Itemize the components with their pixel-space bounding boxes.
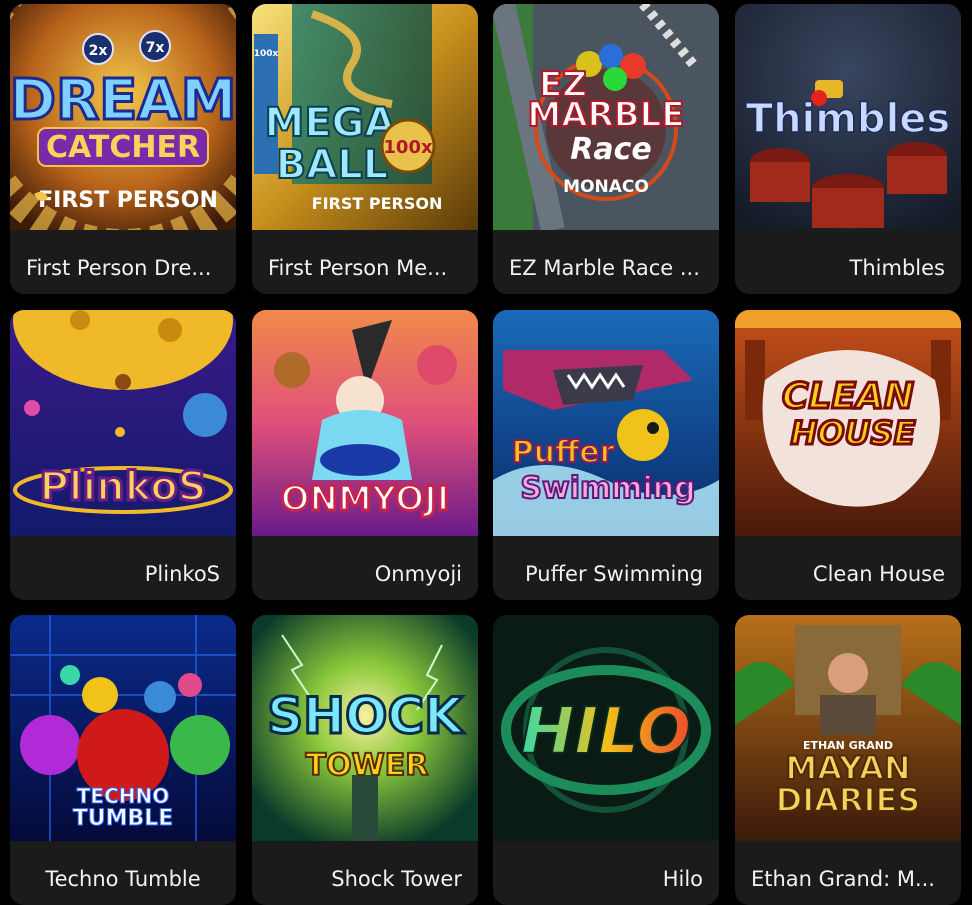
game-title: Shock Tower xyxy=(331,867,462,891)
game-thumbnail[interactable]: HILO xyxy=(493,615,719,841)
logo-text: DIARIES xyxy=(776,781,921,819)
logo-text: Race xyxy=(570,132,651,167)
logo-text: FIRST PERSON xyxy=(38,188,218,213)
game-card-mega-ball[interactable]: 100x MEGA BALL 100x FIRST PERSON First P… xyxy=(252,4,478,294)
game-thumbnail[interactable]: TECHNO TUMBLE xyxy=(10,615,236,841)
game-card-shock-tower[interactable]: SHOCK TOWER Shock Tower xyxy=(252,615,478,905)
logo-text: CATCHER xyxy=(46,130,200,165)
game-card-mayan-diaries[interactable]: ETHAN GRAND MAYAN DIARIES Ethan Grand: M… xyxy=(735,615,961,905)
game-title: PlinkoS xyxy=(144,562,220,586)
logo-text: HOUSE xyxy=(791,414,916,452)
logo-text: PlinkoS xyxy=(39,464,206,510)
logo-text: FIRST PERSON xyxy=(312,194,443,213)
game-title: Onmyoji xyxy=(374,562,462,586)
game-card-onmyoji[interactable]: ONMYOJI Onmyoji xyxy=(252,310,478,600)
logo-text: ONMYOJI xyxy=(281,479,450,519)
game-grid: 2x 7x DREAM CATCHER FIRST PERSON First P… xyxy=(0,0,972,905)
logo-text: DREAM xyxy=(10,68,236,133)
logo-text: CLEAN xyxy=(782,376,914,417)
game-thumbnail[interactable]: ETHAN GRAND MAYAN DIARIES xyxy=(735,615,961,841)
game-card-plinkos[interactable]: PlinkoS PlinkoS xyxy=(10,310,236,600)
logo-text: MARBLE xyxy=(527,95,684,135)
logo-text: TECHNO xyxy=(77,784,169,808)
game-thumbnail[interactable]: PlinkoS xyxy=(10,310,236,536)
logo-text: Swimming xyxy=(520,471,695,506)
logo-text: SHOCK xyxy=(267,687,465,745)
game-thumbnail[interactable]: CLEAN HOUSE xyxy=(735,310,961,536)
game-title: Thimbles xyxy=(849,256,945,280)
logo-text: Thimbles xyxy=(746,96,950,142)
game-thumbnail[interactable]: 2x 7x DREAM CATCHER FIRST PERSON xyxy=(10,4,236,230)
game-card-thimbles[interactable]: Thimbles Thimbles xyxy=(735,4,961,294)
logo-text: MEGA xyxy=(265,100,396,146)
game-title: First Person Dre... xyxy=(26,256,212,280)
game-card-puffer-swimming[interactable]: Puffer Swimming Puffer Swimming xyxy=(493,310,719,600)
multiplier-badge: 100x xyxy=(383,137,433,158)
logo-text: TUMBLE xyxy=(73,806,174,831)
logo-text: BALL xyxy=(276,142,388,188)
game-title: EZ Marble Race ... xyxy=(509,256,700,280)
game-card-dream-catcher[interactable]: 2x 7x DREAM CATCHER FIRST PERSON First P… xyxy=(10,4,236,294)
game-thumbnail[interactable]: ONMYOJI xyxy=(252,310,478,536)
game-card-clean-house[interactable]: CLEAN HOUSE Clean House xyxy=(735,310,961,600)
game-thumbnail[interactable]: Puffer Swimming xyxy=(493,310,719,536)
logo-text: HILO xyxy=(521,695,691,769)
game-title: Clean House xyxy=(812,562,945,586)
logo-text: TOWER xyxy=(306,748,429,783)
game-title: Puffer Swimming xyxy=(524,562,703,586)
game-thumbnail[interactable]: SHOCK TOWER xyxy=(252,615,478,841)
multiplier-badge: 7x xyxy=(146,40,165,56)
logo-text: Puffer xyxy=(512,435,615,470)
game-card-techno-tumble[interactable]: TECHNO TUMBLE Techno Tumble xyxy=(10,615,236,905)
game-title: Techno Tumble xyxy=(45,867,201,891)
game-card-ez-marble-race[interactable]: EZ MARBLE Race MONACO EZ Marble Race ... xyxy=(493,4,719,294)
game-thumbnail[interactable]: EZ MARBLE Race MONACO xyxy=(493,4,719,230)
game-thumbnail[interactable]: Thimbles xyxy=(735,4,961,230)
multiplier-badge: 100x xyxy=(254,49,279,59)
game-card-hilo[interactable]: HILO Hilo xyxy=(493,615,719,905)
game-title: Hilo xyxy=(662,867,703,891)
game-title: Ethan Grand: M... xyxy=(751,867,935,891)
game-title: First Person Me... xyxy=(268,256,448,280)
multiplier-badge: 2x xyxy=(89,43,108,59)
logo-text: MONACO xyxy=(563,177,649,197)
game-thumbnail[interactable]: 100x MEGA BALL 100x FIRST PERSON xyxy=(252,4,478,230)
